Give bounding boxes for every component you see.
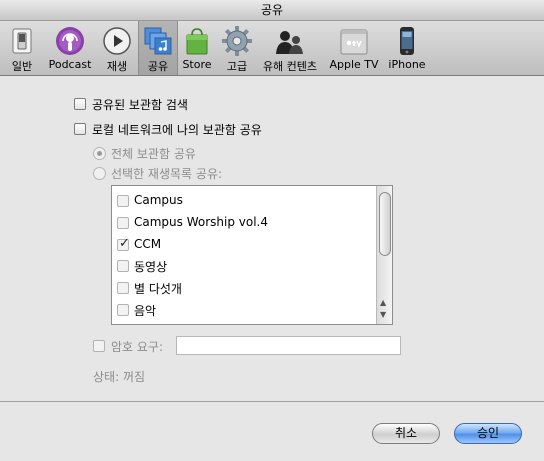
apple-tv-icon <box>340 29 368 55</box>
look-for-shared-label: 공유된 보관함 검색 <box>92 98 188 112</box>
tab-label: 유해 컨텐츠 <box>262 60 318 73</box>
preferences-toolbar: 일반 Podcast 재생 공유 Store 고급 유해 컨텐츠 Apple T… <box>0 21 544 76</box>
checkmark-icon: ✓ <box>119 236 130 251</box>
tab-label: 고급 <box>226 60 248 73</box>
playlist-checkbox[interactable]: ✓ <box>117 236 130 251</box>
tab-label: Apple TV <box>329 58 379 71</box>
tab-store[interactable]: Store <box>178 21 216 75</box>
share-selected-radio[interactable] <box>93 167 106 180</box>
play-icon <box>103 27 131 55</box>
parental-icon <box>276 31 303 54</box>
tab-podcast[interactable]: Podcast <box>45 21 95 75</box>
switch-icon <box>12 28 32 54</box>
share-selected-label: 선택한 재생목록 공유: <box>111 167 223 181</box>
window-title: 공유 <box>0 0 544 21</box>
tab-label: iPhone <box>388 58 426 71</box>
look-for-shared-checkbox[interactable] <box>74 98 86 110</box>
list-item[interactable]: Campus Worship vol.4 <box>112 212 372 233</box>
list-item[interactable]: ✓ CCM <box>112 234 372 255</box>
password-input[interactable] <box>176 336 401 355</box>
playlist-name: 동영상 <box>134 260 168 274</box>
list-item[interactable]: Campus <box>112 190 372 211</box>
list-item[interactable]: 동영상 <box>112 255 372 276</box>
tab-parental[interactable]: 유해 컨텐츠 <box>258 21 322 75</box>
tab-label: 재생 <box>106 60 128 73</box>
button-bar: 취소 승인 <box>0 402 544 461</box>
share-entire-label: 전체 보관함 공유 <box>111 147 196 161</box>
tab-label: 공유 <box>147 60 169 73</box>
sharing-pane: 공유된 보관함 검색 로컬 네트워크에 나의 보관함 공유 전체 보관함 공유 … <box>0 76 544 401</box>
tab-apple-tv[interactable]: Apple TV <box>326 21 382 75</box>
cancel-button[interactable]: 취소 <box>372 423 440 444</box>
ok-button[interactable]: 승인 <box>454 423 522 444</box>
playlist-name: Campus <box>134 193 183 207</box>
tab-label: 일반 <box>11 60 33 73</box>
scroll-down-arrow-icon[interactable]: ▼ <box>380 310 386 319</box>
tab-playback[interactable]: 재생 <box>98 21 136 75</box>
status-text: 상태: 꺼짐 <box>93 370 146 384</box>
share-library-label: 로컬 네트워크에 나의 보관함 공유 <box>92 123 262 137</box>
playlist-checkbox[interactable] <box>117 304 129 316</box>
tab-sharing[interactable]: 공유 <box>138 21 178 75</box>
share-entire-radio[interactable] <box>93 147 106 160</box>
gear-icon <box>222 26 252 56</box>
list-item[interactable]: 별 다섯개 <box>112 277 372 298</box>
scroll-up-arrow-icon[interactable]: ▲ <box>380 298 386 307</box>
playlist-list: Campus Campus Worship vol.4 ✓ CCM 동영상 별 … <box>111 185 393 325</box>
podcast-icon <box>56 27 84 55</box>
tab-iphone[interactable]: iPhone <box>385 21 429 75</box>
tab-advanced[interactable]: 고급 <box>219 21 255 75</box>
tab-general[interactable]: 일반 <box>2 21 42 75</box>
tab-label: Store <box>182 58 212 71</box>
list-scrollbar[interactable]: ▲ ▼ <box>376 186 392 324</box>
share-library-checkbox[interactable] <box>74 123 86 135</box>
playlist-checkbox[interactable] <box>117 195 129 207</box>
store-bag-icon <box>186 28 208 55</box>
scroll-thumb[interactable] <box>379 192 391 256</box>
require-password-label: 암호 요구: <box>111 340 164 354</box>
sharing-icon <box>144 27 172 55</box>
playlist-name: CCM <box>134 237 162 251</box>
list-item[interactable]: 음악 <box>112 299 372 320</box>
playlist-name: 음악 <box>134 304 157 318</box>
tab-label: Podcast <box>48 58 92 71</box>
playlist-name: 별 다섯개 <box>134 282 182 296</box>
require-password-checkbox[interactable] <box>93 340 105 352</box>
playlist-name: Campus Worship vol.4 <box>134 215 268 229</box>
iphone-icon <box>400 27 414 55</box>
playlist-checkbox[interactable] <box>117 260 129 272</box>
playlist-checkbox[interactable] <box>117 217 129 229</box>
playlist-checkbox[interactable] <box>117 282 129 294</box>
